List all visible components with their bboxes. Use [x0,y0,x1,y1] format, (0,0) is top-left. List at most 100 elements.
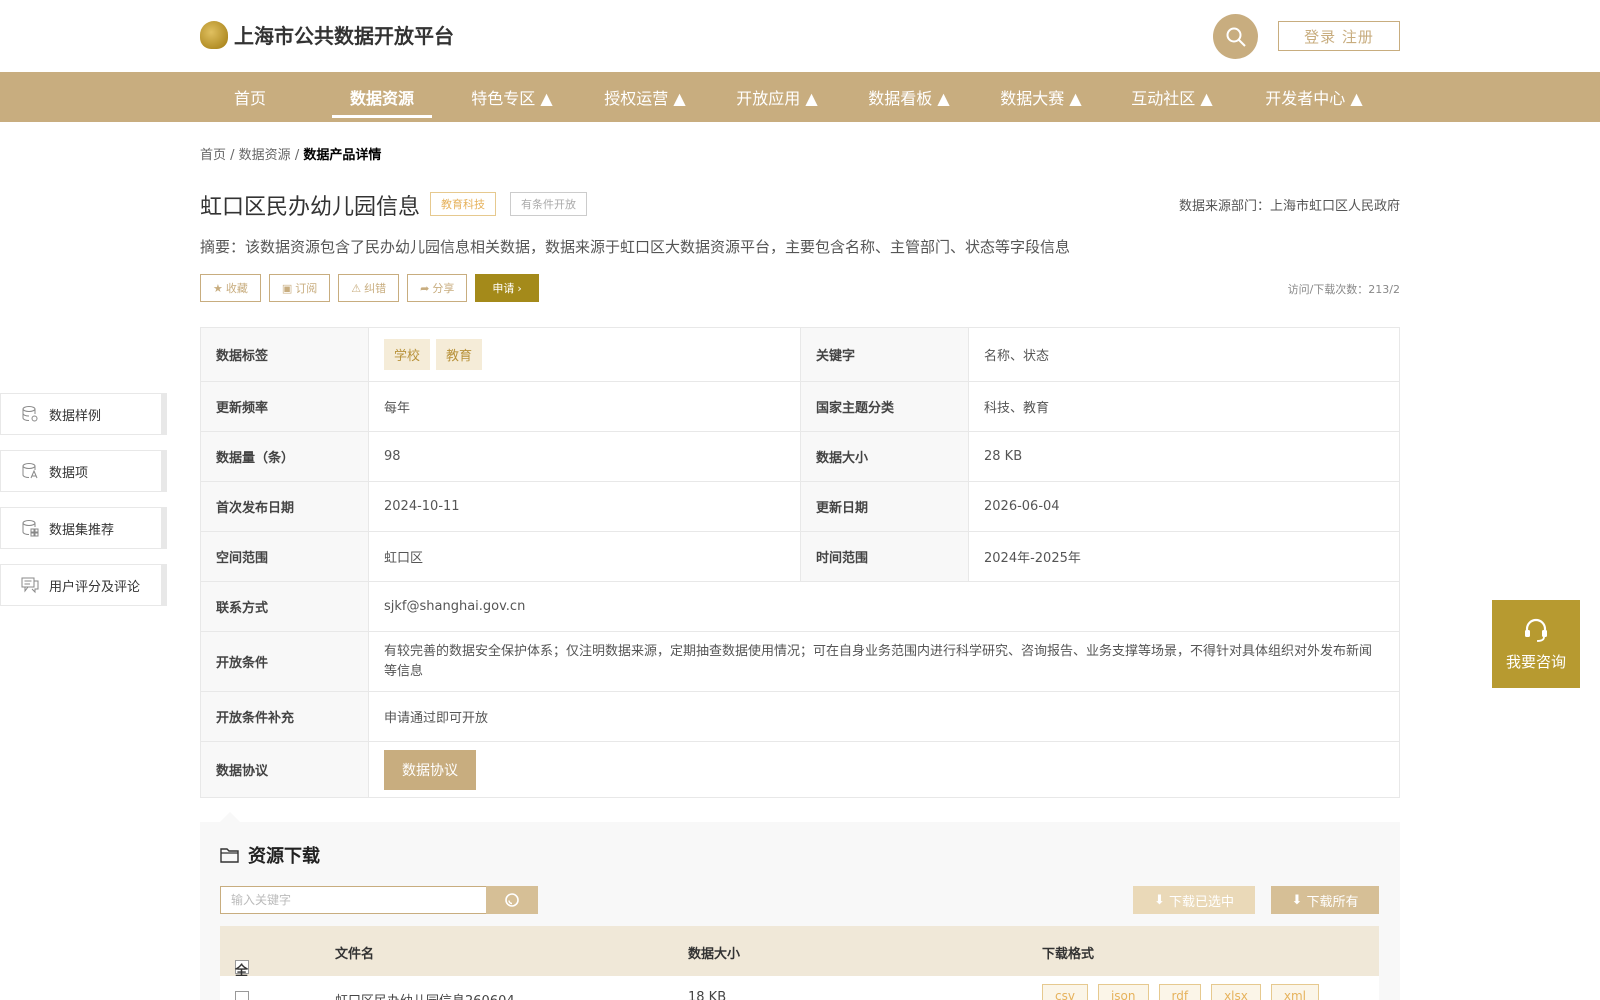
format-button[interactable]: xml [1270,984,1319,1000]
breadcrumb-current: 数据产品详情 [303,148,382,163]
tags-cell: 学校 教育 [368,327,801,382]
consult-button[interactable]: 我要咨询 [1492,600,1580,688]
database-recommend-icon [22,520,39,537]
table-row: 开放条件补充 申请通过即可开放 [200,691,1400,742]
correct-button[interactable]: ⚠ 纠错 [338,274,400,302]
folder-icon [220,848,239,863]
row-checkbox-cell [235,990,249,1000]
nav-authorized-ops[interactable]: 授权运营 ▲ [595,72,695,122]
contact-label: 联系方式 [200,581,369,632]
table-row: 空间范围 虹口区 时间范围 2024年-2025年 [200,531,1400,582]
download-icon: ⬇ [1154,892,1165,908]
sidebar-item-comments[interactable]: 用户评分及评论 [0,564,167,606]
header: 上海市公共数据开放平台 登录 注册 [0,0,1600,72]
file-size: 18 KB [688,990,727,1000]
condition-label: 开放条件 [200,631,369,692]
action-bar: ★ 收藏 ▣ 订阅 ⚠ 纠错 ➦ 分享 申请 › [200,274,539,302]
condition-value: 有较完善的数据安全保护体系；仅注明数据来源，定期抽查数据使用情况；可在自身业务范… [368,631,1400,692]
nav-home[interactable]: 首页 [200,72,300,122]
breadcrumb-resources[interactable]: 数据资源 [239,148,291,163]
correct-label: 纠错 [364,282,387,295]
size-value: 28 KB [968,431,1400,482]
sidebar-item-data-items[interactable]: 数据项 [0,450,167,492]
summary-text: 摘要：该数据资源包含了民办幼儿园信息相关数据，数据来源于虹口区大数据资源平台，主… [200,238,1071,256]
sidebar-item-label: 数据样例 [49,408,102,424]
resource-table-header: 全选 文件名 数据大小 下载格式 [220,926,1379,998]
sidebar-item-recommend[interactable]: 数据集推荐 [0,507,167,549]
database-sample-icon [22,406,38,422]
time-value: 2024年-2025年 [968,531,1400,582]
bookmark-icon: ▣ [281,281,293,295]
download-selected-button[interactable]: ⬇ 下载已选中 [1133,886,1255,914]
sidebar-item-label: 数据集推荐 [49,522,115,538]
resource-search-input[interactable]: 输入关键字 [220,886,487,914]
logo-icon [200,20,228,49]
table-row: 开放条件 有较完善的数据安全保护体系；仅注明数据来源，定期抽查数据使用情况；可在… [200,631,1400,692]
logo-text: 上海市公共数据开放平台 [234,24,454,48]
protocol-button[interactable]: 数据协议 [384,749,476,790]
condition-extra-label: 开放条件补充 [200,691,369,742]
apply-button[interactable]: 申请 › [475,274,539,302]
resource-search-button[interactable] [486,886,538,914]
count-value: 98 [368,431,801,482]
col-size: 数据大小 [688,947,741,962]
tag-chip[interactable]: 教育 [436,339,483,370]
headset-icon [1525,618,1547,642]
resource-title: 资源下载 [220,842,320,868]
protocol-cell: 数据协议 [368,741,1400,798]
search-button[interactable] [1213,14,1258,59]
space-label: 空间范围 [200,531,369,582]
theme-value: 科技、教育 [968,381,1400,432]
format-button[interactable]: json [1097,984,1149,1000]
file-name[interactable]: 虹口区民办幼儿园信息260604 [335,990,515,1000]
tag-chip[interactable]: 学校 [384,339,431,370]
format-button[interactable]: csv [1042,984,1088,1000]
apply-label: 申请 [492,282,515,295]
share-button[interactable]: ➦ 分享 [407,274,468,302]
warning-icon: ⚠ [351,281,362,295]
logo[interactable]: 上海市公共数据开放平台 [200,20,454,49]
main-nav: 首页 数据资源 特色专区 ▲ 授权运营 ▲ 开放应用 ▲ 数据看板 ▲ 数据大赛… [0,72,1600,122]
resource-download-section: 资源下载 输入关键字 ⬇下载已选中 ⬇下载所有 全选 文件名 数据大小 下载格式… [200,822,1400,1000]
table-row: 虹口区民办幼儿园信息260604 18 KB csvjsonrdfxlsxxml [220,976,1379,1000]
breadcrumb-separator: / [226,148,239,163]
page-title: 虹口区民办幼儿园信息 [200,195,421,220]
database-item-icon [22,463,38,479]
table-row: 首次发布日期 2024-10-11 更新日期 2026-06-04 [200,481,1400,532]
collect-button[interactable]: ★ 收藏 [200,274,261,302]
download-icon: ⬇ [1291,892,1303,908]
nav-data-resources[interactable]: 数据资源 [332,72,432,122]
contact-value: sjkf@shanghai.gov.cn [368,581,1400,632]
login-register-button[interactable]: 登录 注册 [1278,21,1400,51]
theme-label: 国家主题分类 [800,381,969,432]
chevron-right-icon: › [517,281,522,295]
nav-data-contest[interactable]: 数据大赛 ▲ [991,72,1091,122]
updated-value: 2026-06-04 [968,481,1400,532]
share-label: 分享 [432,282,455,295]
count-label: 数据量（条） [200,431,369,482]
space-value: 虹口区 [368,531,801,582]
sidebar-item-sample[interactable]: 数据样例 [0,393,167,435]
row-checkbox[interactable] [235,990,249,1000]
table-row: 数据标签 学校 教育 关键字 名称、状态 [200,327,1400,382]
format-button[interactable]: xlsx [1211,984,1261,1000]
breadcrumb-separator: / [290,148,304,163]
consult-label: 我要咨询 [1505,652,1566,671]
table-row: 更新频率 每年 国家主题分类 科技、教育 [200,381,1400,432]
table-row: 数据协议 数据协议 [200,741,1400,798]
nav-special-zone[interactable]: 特色专区 ▲ [462,72,562,122]
nav-data-dashboard[interactable]: 数据看板 ▲ [859,72,959,122]
open-type-badge: 有条件开放 [510,192,587,216]
col-filename: 文件名 [335,947,375,962]
download-all-button[interactable]: ⬇ 下载所有 [1271,886,1379,914]
nav-open-apps[interactable]: 开放应用 ▲ [727,72,827,122]
subscribe-button[interactable]: ▣ 订阅 [268,274,331,302]
nav-developer[interactable]: 开发者中心 ▲ [1254,72,1374,122]
format-button[interactable]: rdf [1158,984,1202,1000]
breadcrumb-home[interactable]: 首页 [200,148,226,163]
info-table: 数据标签 学校 教育 关键字 名称、状态 更新频率 每年 国家主题分类 科技、教育… [200,327,1400,798]
nav-community[interactable]: 互动社区 ▲ [1122,72,1222,122]
star-icon: ★ [213,281,223,295]
section-pointer [220,812,240,822]
search-icon [1226,27,1246,47]
